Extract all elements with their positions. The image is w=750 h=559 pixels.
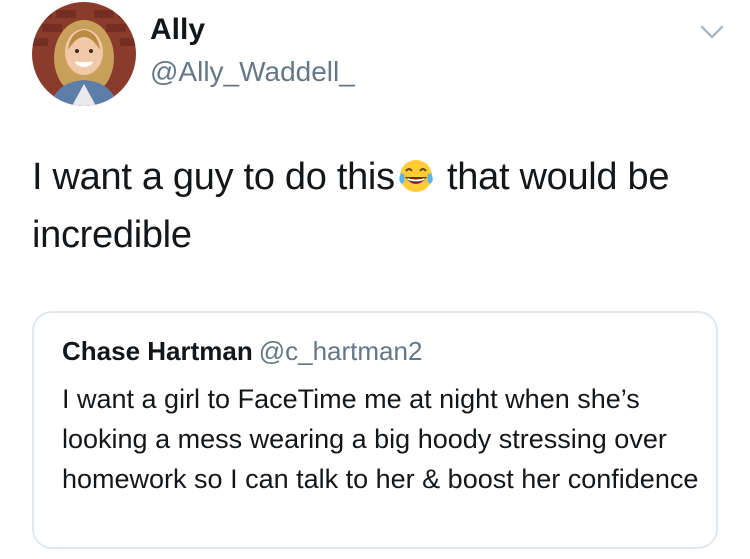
face-with-tears-of-joy-icon	[397, 154, 435, 192]
quoted-author-handle: @c_hartman2	[258, 336, 423, 366]
quoted-tweet-text: I want a girl to FaceTime me at night wh…	[62, 384, 699, 494]
author-name[interactable]: Ally	[150, 12, 205, 48]
profile-photo	[32, 2, 136, 106]
quoted-author-name: Chase Hartman	[62, 336, 253, 366]
quoted-tweet-header: Chase Hartman @c_hartman2	[62, 335, 422, 367]
avatar[interactable]	[32, 2, 136, 106]
author-handle[interactable]: @Ally_Waddell_	[150, 55, 355, 89]
quoted-tweet-card[interactable]: Chase Hartman @c_hartman2 I want a girl t…	[32, 311, 718, 549]
tweet-text: I want a guy to do this that would be in…	[32, 148, 732, 264]
tweet-text-part-1: I want a guy to do this	[32, 156, 395, 198]
chevron-down-icon[interactable]	[700, 24, 724, 40]
